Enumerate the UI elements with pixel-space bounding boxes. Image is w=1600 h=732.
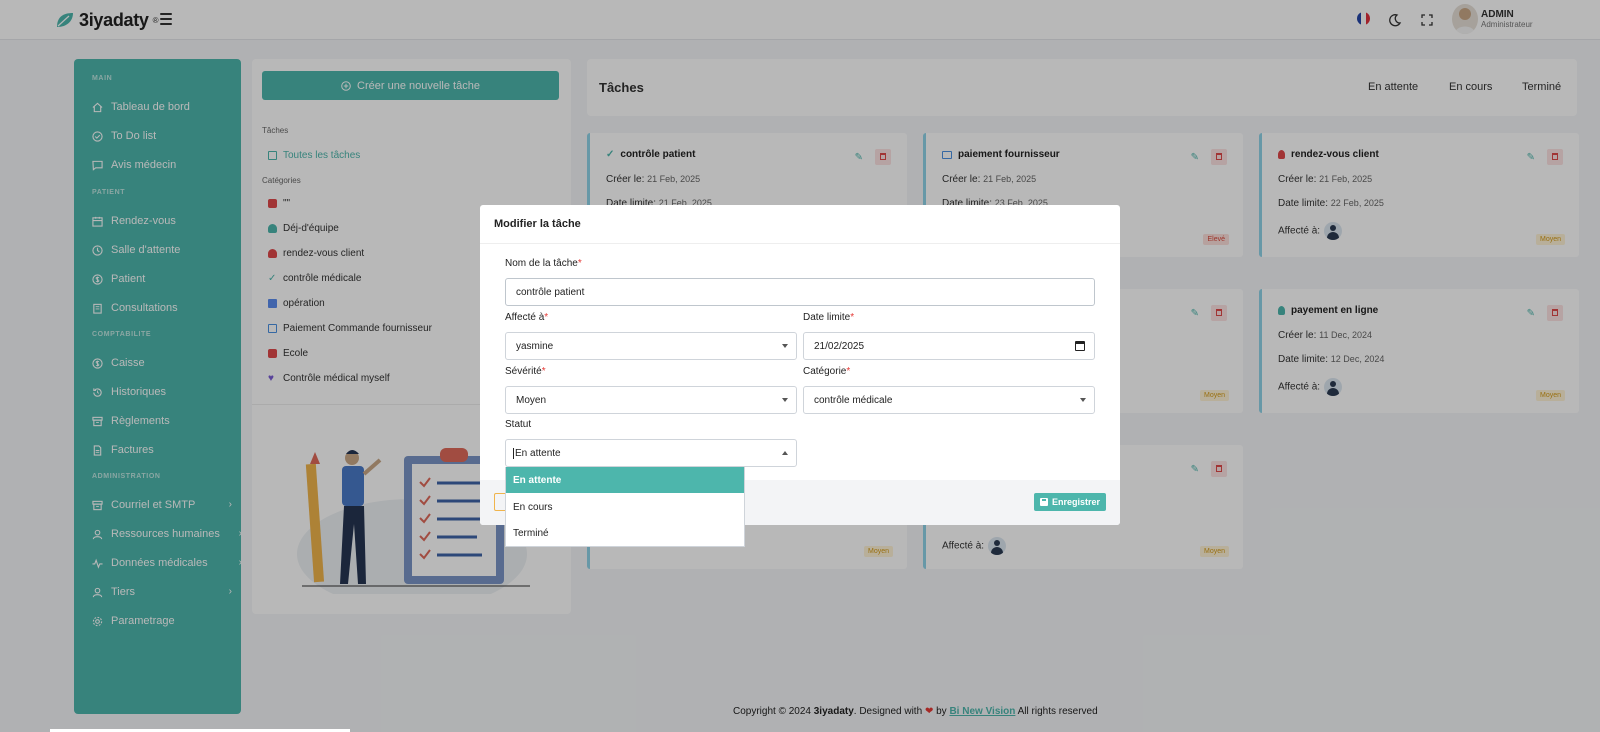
required-mark: *: [544, 312, 549, 323]
assigned-to-label: Affecté à*: [505, 312, 548, 323]
due-date-input[interactable]: 21/02/2025: [803, 332, 1095, 360]
severity-value: Moyen: [516, 394, 547, 406]
severity-label-text: Sévérité: [505, 366, 542, 377]
task-name-label: Nom de la tâche*: [505, 258, 582, 269]
due-date-label: Date limite*: [803, 312, 854, 323]
status-option-pending[interactable]: En attente: [506, 467, 744, 493]
required-mark: *: [541, 366, 546, 377]
save-icon: [1039, 498, 1048, 506]
text-cursor: [513, 447, 514, 459]
assigned-to-label-text: Affecté à: [505, 312, 545, 323]
status-option-in-progress[interactable]: En cours: [506, 494, 744, 520]
required-mark: *: [850, 312, 855, 323]
chevron-down-icon: [782, 398, 788, 402]
status-option-done[interactable]: Terminé: [506, 520, 744, 546]
task-name-label-text: Nom de la tâche: [505, 258, 578, 269]
category-label-text: Catégorie: [803, 366, 847, 377]
status-dropdown-menu: En attente En cours Terminé: [505, 467, 745, 547]
required-mark: *: [577, 258, 582, 269]
save-button[interactable]: Enregistrer: [1033, 493, 1106, 511]
chevron-up-icon: [782, 451, 788, 455]
status-value: En attente: [515, 447, 561, 459]
category-label: Catégorie*: [803, 366, 850, 377]
assigned-to-value: yasmine: [516, 340, 554, 352]
chevron-down-icon: [782, 344, 788, 348]
category-value: contrôle médicale: [814, 394, 893, 406]
severity-select[interactable]: Moyen: [505, 386, 797, 414]
category-select[interactable]: contrôle médicale: [803, 386, 1095, 414]
status-label: Statut: [505, 419, 532, 430]
due-date-value: 21/02/2025: [814, 340, 865, 352]
task-name-value: contrôle patient: [516, 286, 585, 298]
due-date-label-text: Date limite: [803, 312, 851, 323]
required-mark: *: [846, 366, 851, 377]
chevron-down-icon: [1080, 398, 1086, 402]
status-select[interactable]: En attente: [505, 439, 797, 467]
task-name-input[interactable]: contrôle patient: [505, 278, 1095, 306]
modal-title: Modifier la tâche: [494, 218, 581, 230]
save-button-label: Enregistrer: [1051, 497, 1100, 507]
severity-label: Sévérité*: [505, 366, 546, 377]
assigned-to-select[interactable]: yasmine: [505, 332, 797, 360]
divider: [480, 243, 1120, 244]
calendar-icon[interactable]: [1075, 341, 1085, 351]
